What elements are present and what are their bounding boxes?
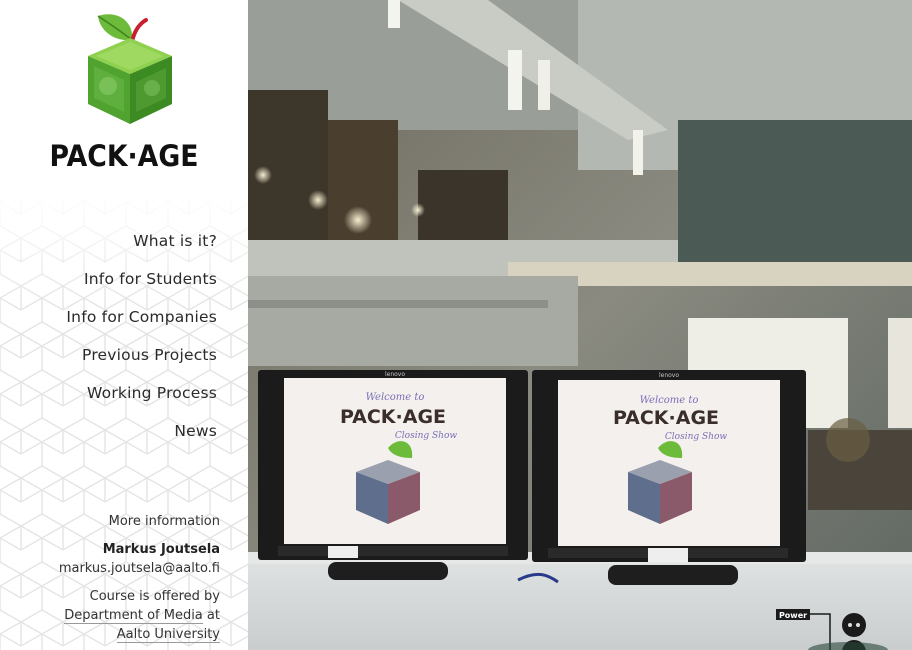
left-screen-welcome: Welcome to	[366, 392, 425, 403]
right-screen-welcome: Welcome to	[640, 395, 699, 406]
at-text: at	[206, 608, 220, 623]
nav-info-for-companies[interactable]: Info for Companies	[66, 306, 217, 344]
main-navigation: What is it? Info for Students Info for C…	[66, 230, 217, 458]
right-screen-subtitle: Closing Show	[665, 432, 727, 442]
hero-photo: Welcome to PACK·AGE Closing Show lenovo …	[248, 0, 912, 650]
course-offered-text: Course is offered by	[89, 589, 220, 604]
contact-info: More information Markus Joutsela markus.…	[59, 512, 220, 644]
sidebar: PACK·AGE What is it? Info for Students I…	[0, 0, 248, 650]
aalto-university-link[interactable]: Aalto University	[116, 627, 220, 643]
more-info-heading: More information	[108, 514, 220, 529]
left-screen-subtitle: Closing Show	[395, 431, 457, 441]
department-of-media-link[interactable]: Department of Media	[64, 608, 203, 624]
nav-info-for-students[interactable]: Info for Students	[66, 268, 217, 306]
package-cube-logo-icon	[88, 14, 172, 124]
left-monitor-brand: lenovo	[385, 371, 405, 378]
nav-news[interactable]: News	[66, 420, 217, 458]
left-screen-logo: PACK·AGE	[340, 406, 446, 428]
logo[interactable]: PACK·AGE	[0, 0, 248, 190]
package-wordmark: PACK·AGE	[49, 139, 199, 173]
nav-working-process[interactable]: Working Process	[66, 382, 217, 420]
nav-what-is-it[interactable]: What is it?	[66, 230, 217, 268]
right-monitor-brand: lenovo	[659, 372, 679, 379]
power-label: Power	[779, 611, 807, 620]
contact-email[interactable]: markus.joutsela@aalto.fi	[59, 559, 220, 578]
nav-previous-projects[interactable]: Previous Projects	[66, 344, 217, 382]
contact-name: Markus Joutsela	[102, 542, 220, 557]
right-screen-logo: PACK·AGE	[613, 407, 719, 429]
closing-show-photo: Welcome to PACK·AGE Closing Show lenovo …	[248, 0, 912, 650]
